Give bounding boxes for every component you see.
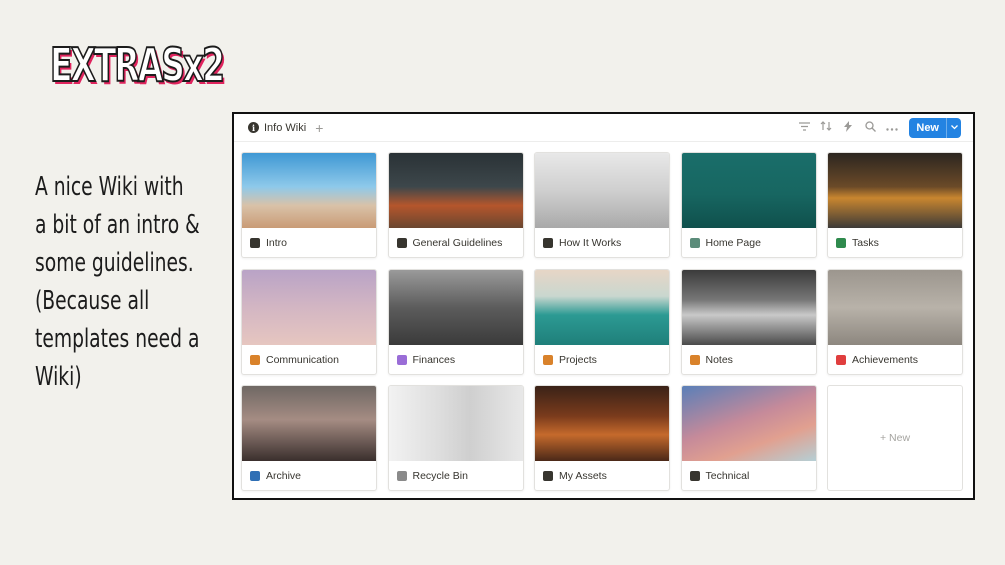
notion-gallery-window: i Info Wiki + New Intro General Guidelin… [232,112,975,500]
gallery-card[interactable]: Notes [680,268,817,375]
card-title: General Guidelines [412,237,503,249]
info-icon: i [248,122,259,133]
card-title: Notes [705,353,733,366]
card-cover-image [828,153,962,228]
card-cover-image [535,269,669,345]
card-caption: Archive [242,461,376,490]
card-caption: Notes [682,345,816,374]
gallery-card[interactable]: Technical [680,385,817,491]
gallery-card[interactable]: Home Page [680,152,817,258]
slide-description-line: (Because all [35,286,150,316]
card-cover-image [388,269,523,345]
gallery-card[interactable]: Tasks [827,152,963,258]
card-caption: Recycle Bin [389,461,523,490]
signpost-icon [396,238,407,248]
gallery-card[interactable]: How It Works [534,152,670,258]
card-cover-image [681,153,816,228]
gallery-card[interactable]: My Assets [534,385,670,491]
picture-icon [689,238,700,248]
slide-description-line: a bit of an intro & [35,210,200,240]
trash-icon [396,471,407,481]
more-icon[interactable] [881,122,903,134]
gallery-card[interactable]: Projects [534,268,670,375]
slide-title: EXTRASx2 [49,37,225,93]
gallery-toolbar: i Info Wiki + New [234,114,973,142]
card-cover-image [388,386,523,461]
gallery-card[interactable]: Intro [241,152,377,258]
gallery-card[interactable]: Recycle Bin [387,385,524,491]
card-title: Technical [705,470,750,482]
book-icon [250,471,260,481]
card-title: How It Works [559,237,622,249]
invader-icon [543,471,553,481]
search-icon[interactable] [859,120,881,135]
card-icon [396,354,407,365]
card-caption: Home Page [682,228,816,257]
card-caption: How It Works [535,228,669,257]
card-cover-image [242,153,376,228]
new-button-label: New [916,121,939,134]
tab-label: Info Wiki [264,121,307,134]
person-icon [250,354,260,365]
card-title: Tasks [852,237,879,249]
slide-description-line: Wiki) [35,362,82,392]
card-caption: Intro [242,228,376,257]
card-title: Finances [412,353,456,366]
filter-icon[interactable] [793,121,815,134]
gallery-card[interactable]: Finances [387,268,524,375]
gallery-grid: Intro General Guidelines How It Works Ho… [241,152,963,491]
gallery-card[interactable]: Communication [241,268,377,375]
gallery-card[interactable]: Archive [241,385,377,491]
microscope-icon [543,238,553,248]
tab-info-wiki[interactable]: i Info Wiki [248,122,306,134]
add-view-button[interactable]: + [315,120,323,136]
card-title: Achievements [852,353,918,366]
slide-description: A nice Wiki with a bit of an intro & som… [35,168,222,396]
slide-description-line: templates need a [35,324,200,354]
card-cover-image [242,386,376,461]
card-cover-image [828,269,962,345]
card-caption: Finances [389,345,523,374]
lightning-icon[interactable] [837,120,859,135]
card-title: Home Page [705,237,761,249]
card-title: Recycle Bin [412,470,468,482]
sailboat-icon [543,354,553,365]
card-title: Archive [266,470,302,482]
card-caption: Technical [682,461,816,490]
card-cover-image [535,386,669,461]
new-card-button[interactable]: + New [827,385,963,491]
card-caption: My Assets [535,461,669,490]
card-title: Projects [559,353,597,366]
slide-description-line: A nice Wiki with [35,172,184,202]
sort-icon[interactable] [815,121,837,134]
gallery-card[interactable]: General Guidelines [387,152,524,258]
chevron-down-icon[interactable] [946,117,961,138]
edit-icon [689,354,700,365]
card-caption: Communication [242,345,376,374]
card-cover-image [242,269,376,345]
gallery-card[interactable]: Achievements [827,268,963,375]
card-cover-image [681,386,816,461]
camera-icon [836,354,846,365]
card-title: Communication [266,353,339,366]
card-cover-image [681,269,816,345]
new-button[interactable]: New [909,117,961,138]
gear-icon [836,238,846,248]
card-cover-image [388,153,523,228]
card-caption: Tasks [828,228,962,257]
card-title: My Assets [559,470,607,482]
card-caption: Projects [535,345,669,374]
wrench-icon [689,471,700,481]
slide-description-line: some guidelines. [35,248,194,278]
card-cover-image [535,153,669,228]
card-title: Intro [266,237,288,249]
plane-icon [250,238,260,248]
card-caption: General Guidelines [389,228,523,257]
card-caption: Achievements [828,345,962,374]
